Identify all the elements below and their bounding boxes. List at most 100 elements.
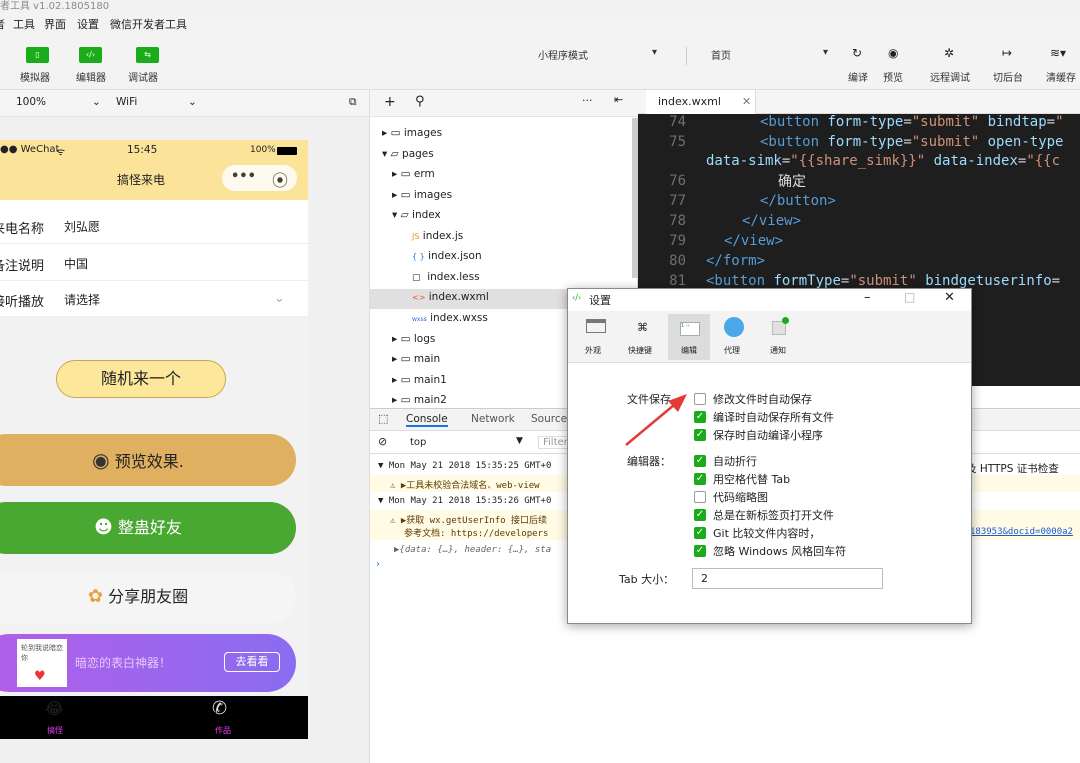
page-select[interactable]: 首页 ▾ <box>711 47 831 65</box>
form-row-playback[interactable]: 接听播放 请选择 ⌄ <box>0 281 308 317</box>
row-value[interactable]: 刘弘愿 <box>64 218 100 235</box>
remote-debug-button[interactable]: 远程调试 <box>930 69 970 84</box>
folder-images[interactable]: ▸ ▭ images <box>392 189 452 201</box>
context-select[interactable]: top <box>410 437 426 448</box>
clear-cache-button[interactable]: 清缓存 <box>1046 69 1076 84</box>
row-value[interactable]: 中国 <box>64 255 88 272</box>
file-save-checkbox[interactable]: ✓ <box>694 411 706 423</box>
cache-icon[interactable]: ≋▾ <box>1050 46 1066 60</box>
folder-index[interactable]: ▾ ▱ index <box>392 209 441 221</box>
window-title: 者工具 v1.02.1805180 <box>0 1 110 12</box>
editor-checkbox[interactable]: ✓ <box>694 455 706 467</box>
file-index-json[interactable]: { } index.json <box>412 250 482 262</box>
close-miniprogram-icon[interactable]: ⦿ <box>272 167 288 191</box>
console-prompt[interactable]: › <box>376 559 380 570</box>
folder-logs[interactable]: ▸ ▭ logs <box>392 333 435 345</box>
remote-debug-icon[interactable]: ✲ <box>944 46 954 60</box>
code-line: 确定 <box>778 174 806 190</box>
editor-checkbox[interactable]: ✓ <box>694 473 706 485</box>
editor-section-label: 编辑器： <box>627 455 671 468</box>
simulator-toggle-button[interactable]: ▯ <box>26 47 49 63</box>
close-icon[interactable]: ✕ <box>742 95 751 108</box>
capsule-menu[interactable]: ••• ⦿ <box>222 165 297 191</box>
prank-friend-button[interactable]: ☻ 整蛊好友 <box>0 502 296 554</box>
form-row-caller-name[interactable]: 来电名称 刘弘愿 <box>0 208 308 244</box>
file-index-wxss[interactable]: wxss index.wxss <box>412 312 488 324</box>
console-line[interactable]: 参考文档: https://developers <box>404 526 548 539</box>
tab-editor[interactable]: 1 ‹› 编辑 <box>668 314 710 360</box>
preview-button[interactable]: 预览 <box>883 69 903 84</box>
tab-index-wxml[interactable]: index.wxml ✕ <box>646 90 756 114</box>
menu-item-view[interactable]: 界面 <box>44 16 66 32</box>
folder-main2[interactable]: ▸ ▭ main2 <box>392 394 447 406</box>
laugh-icon[interactable]: 😂 <box>45 699 64 718</box>
row-value[interactable]: 请选择 <box>64 291 100 308</box>
folder-main[interactable]: ▸ ▭ main <box>392 353 440 365</box>
tab-shortcuts[interactable]: ⌘ 快捷键 <box>624 315 660 359</box>
editor-checkbox[interactable]: ✓ <box>694 545 706 557</box>
editor-checkbox[interactable] <box>694 491 706 503</box>
editor-toggle-button[interactable]: ‹/› <box>79 47 102 63</box>
close-icon[interactable]: ✕ <box>944 290 955 305</box>
search-icon[interactable]: ⚲ <box>415 94 425 109</box>
background-button[interactable]: 切后台 <box>993 69 1023 84</box>
clear-console-icon[interactable]: ⊘ <box>378 435 387 448</box>
docs-link[interactable]: 183953&docid=0000a2 <box>970 527 1073 537</box>
share-moments-button[interactable]: ✿ 分享朋友圈 <box>0 571 296 623</box>
promo-banner[interactable]: 轮到我说暗恋你 ♥ 暗恋的表白神器！ 去看看 <box>0 634 296 692</box>
folder-main1[interactable]: ▸ ▭ main1 <box>392 374 447 386</box>
https-check-text: 及 HTTPS 证书检查 <box>966 463 1059 475</box>
editor-label: 编辑器 <box>76 73 106 84</box>
maximize-icon[interactable]: □ <box>904 290 915 304</box>
line-number: 78 <box>669 213 686 229</box>
file-save-checkbox[interactable] <box>694 393 706 405</box>
minimize-icon[interactable]: – <box>864 290 871 305</box>
preview-effect-button[interactable]: ◉ 预览效果. <box>0 434 296 486</box>
menu-item-tools[interactable]: 工具 <box>13 16 35 32</box>
tab-network[interactable]: Network <box>471 413 515 425</box>
tab-notify[interactable]: 通知 <box>762 315 798 359</box>
tab-works[interactable]: 作品 <box>215 725 231 736</box>
phone-icon[interactable]: ✆ <box>212 698 227 719</box>
background-icon[interactable]: ↦ <box>1002 46 1012 60</box>
more-icon[interactable]: ··· <box>582 94 593 107</box>
add-icon[interactable]: + <box>384 94 396 110</box>
file-index-less[interactable]: ▢ index.less <box>412 271 480 283</box>
editor-checkbox[interactable]: ✓ <box>694 509 706 521</box>
console-line: ⚠ ▶获取 wx.getUserInfo 接口后续 <box>390 516 547 526</box>
file-save-checkbox[interactable]: ✓ <box>694 429 706 441</box>
annotation-arrow <box>625 394 687 446</box>
console-line[interactable]: ▶{data: {…}, header: {…}, sta <box>394 545 551 555</box>
debugger-toggle-button[interactable]: ⇆ <box>136 47 159 63</box>
file-tree-header: + ⚲ ··· ⇤ <box>370 90 638 117</box>
compile-icon[interactable]: ↻ <box>852 46 862 60</box>
tab-proxy[interactable]: 代理 <box>716 315 752 359</box>
tab-size-input[interactable]: 2 <box>692 568 883 589</box>
preview-icon[interactable]: ◉ <box>888 46 898 60</box>
folder-pages[interactable]: ▾ ▱ pages <box>382 148 434 160</box>
folder-erm[interactable]: ▸ ▭ erm <box>392 168 435 180</box>
inspect-icon[interactable]: ⬚ <box>378 412 388 425</box>
menu-item-0[interactable]: 者 <box>0 16 5 32</box>
tab-console[interactable]: Console <box>406 413 448 427</box>
folder-images[interactable]: ▸ ▭ images <box>382 127 442 139</box>
menu-item-settings[interactable]: 设置 <box>77 16 99 32</box>
mode-select[interactable]: 小程序模式 ▾ <box>538 47 668 65</box>
zoom-select[interactable]: 100% <box>16 96 46 108</box>
nav-title: 搞怪来电 <box>117 173 166 187</box>
banner-go-button[interactable]: 去看看 <box>224 652 280 672</box>
compile-button[interactable]: 编译 <box>848 69 868 84</box>
tab-appearance[interactable]: 外观 <box>578 315 614 359</box>
menu-item-wechat-dev[interactable]: 微信开发者工具 <box>110 16 187 32</box>
network-select[interactable]: WiFi <box>116 96 137 108</box>
more-icon[interactable]: ••• <box>231 169 256 184</box>
window-title-bar: 者工具 v1.02.1805180 <box>0 0 1080 13</box>
collapse-icon[interactable]: ⇤ <box>614 93 623 106</box>
file-index-js[interactable]: JS index.js <box>412 230 463 242</box>
form-row-note[interactable]: 备注说明 中国 <box>0 245 308 281</box>
file-save-option-label: 保存时自动编译小程序 <box>713 429 823 442</box>
detach-window-icon[interactable]: ⧉ <box>349 96 357 109</box>
tab-prank[interactable]: 搞怪 <box>47 725 63 736</box>
random-button[interactable]: 随机来一个 <box>56 360 226 398</box>
editor-checkbox[interactable]: ✓ <box>694 527 706 539</box>
